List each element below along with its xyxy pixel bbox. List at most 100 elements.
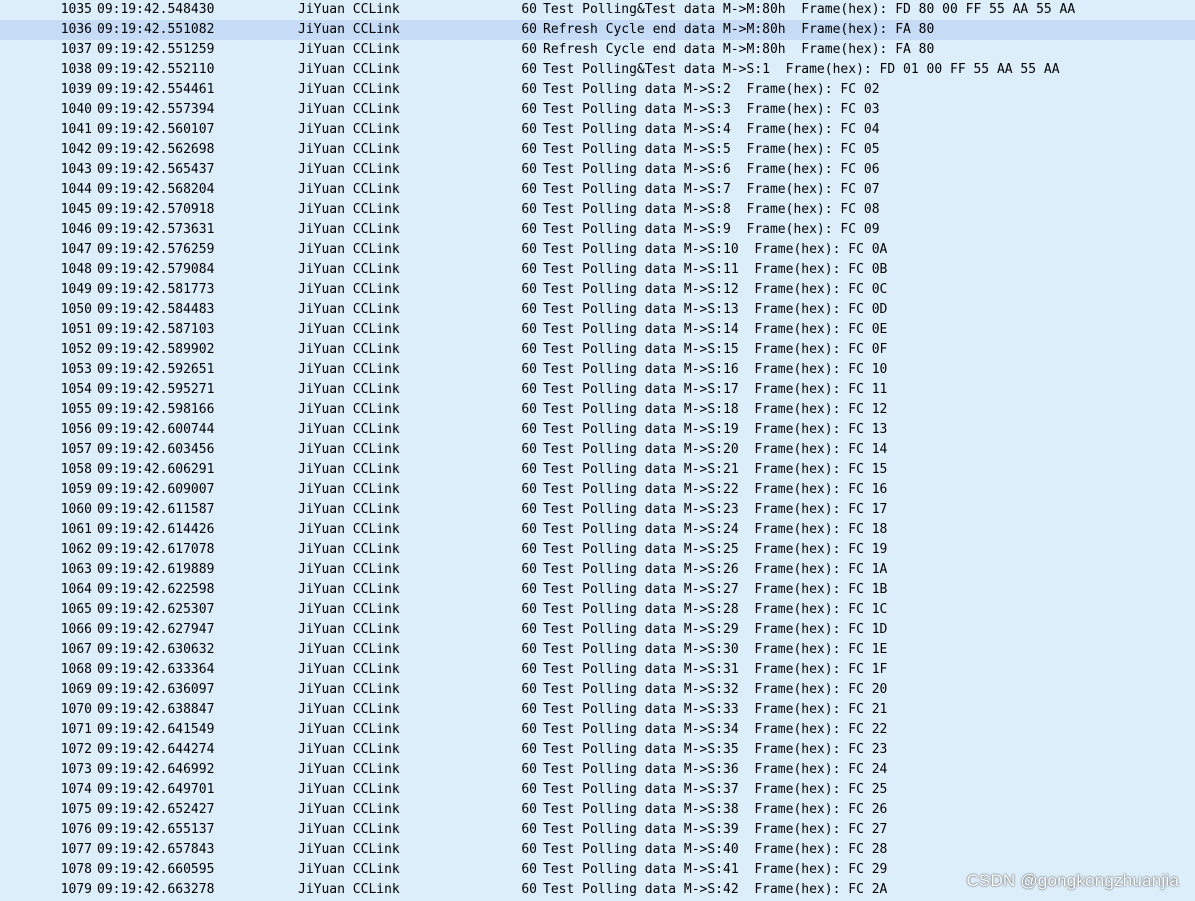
packet-row[interactable]: 1036 09:19:42.551082 JiYuan CCLink 60 Refres…: [0, 20, 1195, 40]
packet-row[interactable]: 1070 09:19:42.638847 JiYuan CCLink 60 Test P…: [0, 700, 1195, 720]
packet-time: 09:19:42.595271: [97, 382, 215, 397]
packet-number: 1065: [60, 602, 92, 617]
packet-number: 1054: [60, 382, 92, 397]
packet-info: Test Polling data M->S:29 Frame(hex): FC…: [543, 622, 888, 637]
packet-row[interactable]: 1048 09:19:42.579084 JiYuan CCLink 60 Test P…: [0, 260, 1195, 280]
packet-info: Test Polling&Test data M->S:1 Frame(hex)…: [543, 62, 1060, 77]
packet-time: 09:19:42.660595: [97, 862, 215, 877]
packet-time: 09:19:42.646992: [97, 762, 215, 777]
packet-row[interactable]: 1072 09:19:42.644274 JiYuan CCLink 60 Test P…: [0, 740, 1195, 760]
packet-row[interactable]: 1077 09:19:42.657843 JiYuan CCLink 60 Test P…: [0, 840, 1195, 860]
packet-info: Test Polling data M->S:16 Frame(hex): FC…: [543, 362, 888, 377]
packet-source: JiYuan CCLink: [298, 302, 400, 317]
packet-source: JiYuan CCLink: [298, 62, 400, 77]
packet-source: JiYuan CCLink: [298, 482, 400, 497]
packet-row[interactable]: 1050 09:19:42.584483 JiYuan CCLink 60 Test P…: [0, 300, 1195, 320]
packet-row[interactable]: 1059 09:19:42.609007 JiYuan CCLink 60 Test P…: [0, 480, 1195, 500]
packet-number: 1079: [60, 882, 92, 897]
packet-source: JiYuan CCLink: [298, 342, 400, 357]
packet-info: Test Polling data M->S:40 Frame(hex): FC…: [543, 842, 888, 857]
packet-time: 09:19:42.606291: [97, 462, 215, 477]
packet-time: 09:19:42.565437: [97, 162, 215, 177]
packet-time: 09:19:42.568204: [97, 182, 215, 197]
packet-time: 09:19:42.557394: [97, 102, 215, 117]
packet-length: 60: [521, 42, 537, 57]
packet-time: 09:19:42.627947: [97, 622, 215, 637]
packet-source: JiYuan CCLink: [298, 562, 400, 577]
packet-row[interactable]: 1067 09:19:42.630632 JiYuan CCLink 60 Test P…: [0, 640, 1195, 660]
packet-row[interactable]: 1042 09:19:42.562698 JiYuan CCLink 60 Test P…: [0, 140, 1195, 160]
packet-info: Test Polling data M->S:27 Frame(hex): FC…: [543, 582, 888, 597]
packet-length: 60: [521, 502, 537, 517]
packet-length: 60: [521, 462, 537, 477]
packet-row[interactable]: 1037 09:19:42.551259 JiYuan CCLink 60 Refres…: [0, 40, 1195, 60]
packet-row[interactable]: 1076 09:19:42.655137 JiYuan CCLink 60 Test P…: [0, 820, 1195, 840]
packet-source: JiYuan CCLink: [298, 142, 400, 157]
packet-row[interactable]: 1066 09:19:42.627947 JiYuan CCLink 60 Test P…: [0, 620, 1195, 640]
packet-length: 60: [521, 862, 537, 877]
packet-info: Test Polling data M->S:36 Frame(hex): FC…: [543, 762, 888, 777]
packet-row[interactable]: 1051 09:19:42.587103 JiYuan CCLink 60 Test P…: [0, 320, 1195, 340]
packet-row[interactable]: 1035 09:19:42.548430 JiYuan CCLink 60 Test P…: [0, 0, 1195, 20]
packet-info: Test Polling data M->S:8 Frame(hex): FC …: [543, 202, 880, 217]
packet-row[interactable]: 1069 09:19:42.636097 JiYuan CCLink 60 Test P…: [0, 680, 1195, 700]
packet-number: 1037: [60, 42, 92, 57]
packet-row[interactable]: 1056 09:19:42.600744 JiYuan CCLink 60 Test P…: [0, 420, 1195, 440]
packet-number: 1048: [60, 262, 92, 277]
packet-time: 09:19:42.573631: [97, 222, 215, 237]
packet-row[interactable]: 1043 09:19:42.565437 JiYuan CCLink 60 Test P…: [0, 160, 1195, 180]
packet-row[interactable]: 1057 09:19:42.603456 JiYuan CCLink 60 Test P…: [0, 440, 1195, 460]
packet-row[interactable]: 1074 09:19:42.649701 JiYuan CCLink 60 Test P…: [0, 780, 1195, 800]
packet-length: 60: [521, 722, 537, 737]
packet-row[interactable]: 1060 09:19:42.611587 JiYuan CCLink 60 Test P…: [0, 500, 1195, 520]
packet-info: Test Polling data M->S:42 Frame(hex): FC…: [543, 882, 888, 897]
packet-row[interactable]: 1045 09:19:42.570918 JiYuan CCLink 60 Test P…: [0, 200, 1195, 220]
packet-length: 60: [521, 422, 537, 437]
packet-row[interactable]: 1055 09:19:42.598166 JiYuan CCLink 60 Test P…: [0, 400, 1195, 420]
packet-time: 09:19:42.633364: [97, 662, 215, 677]
packet-source: JiYuan CCLink: [298, 82, 400, 97]
packet-row[interactable]: 1068 09:19:42.633364 JiYuan CCLink 60 Test P…: [0, 660, 1195, 680]
packet-number: 1046: [60, 222, 92, 237]
packet-row[interactable]: 1075 09:19:42.652427 JiYuan CCLink 60 Test P…: [0, 800, 1195, 820]
packet-row[interactable]: 1058 09:19:42.606291 JiYuan CCLink 60 Test P…: [0, 460, 1195, 480]
packet-length: 60: [521, 82, 537, 97]
packet-row[interactable]: 1052 09:19:42.589902 JiYuan CCLink 60 Test P…: [0, 340, 1195, 360]
packet-number: 1051: [60, 322, 92, 337]
packet-info: Test Polling data M->S:13 Frame(hex): FC…: [543, 302, 888, 317]
packet-info: Test Polling data M->S:14 Frame(hex): FC…: [543, 322, 888, 337]
packet-list[interactable]: 1035 09:19:42.548430 JiYuan CCLink 60 Test P…: [0, 0, 1195, 901]
packet-row[interactable]: 1071 09:19:42.641549 JiYuan CCLink 60 Test P…: [0, 720, 1195, 740]
packet-source: JiYuan CCLink: [298, 182, 400, 197]
packet-number: 1077: [60, 842, 92, 857]
packet-row[interactable]: 1040 09:19:42.557394 JiYuan CCLink 60 Test P…: [0, 100, 1195, 120]
packet-row[interactable]: 1038 09:19:42.552110 JiYuan CCLink 60 Test P…: [0, 60, 1195, 80]
packet-info: Test Polling data M->S:39 Frame(hex): FC…: [543, 822, 888, 837]
packet-row[interactable]: 1065 09:19:42.625307 JiYuan CCLink 60 Test P…: [0, 600, 1195, 620]
packet-length: 60: [521, 522, 537, 537]
packet-source: JiYuan CCLink: [298, 442, 400, 457]
packet-time: 09:19:42.589902: [97, 342, 215, 357]
packet-row[interactable]: 1053 09:19:42.592651 JiYuan CCLink 60 Test P…: [0, 360, 1195, 380]
packet-number: 1073: [60, 762, 92, 777]
packet-length: 60: [521, 62, 537, 77]
packet-info: Test Polling&Test data M->M:80h Frame(he…: [543, 2, 1076, 17]
packet-row[interactable]: 1064 09:19:42.622598 JiYuan CCLink 60 Test P…: [0, 580, 1195, 600]
packet-time: 09:19:42.598166: [97, 402, 215, 417]
packet-row[interactable]: 1044 09:19:42.568204 JiYuan CCLink 60 Test P…: [0, 180, 1195, 200]
packet-length: 60: [521, 402, 537, 417]
packet-row[interactable]: 1062 09:19:42.617078 JiYuan CCLink 60 Test P…: [0, 540, 1195, 560]
packet-row[interactable]: 1039 09:19:42.554461 JiYuan CCLink 60 Test P…: [0, 80, 1195, 100]
packet-time: 09:19:42.625307: [97, 602, 215, 617]
packet-row[interactable]: 1041 09:19:42.560107 JiYuan CCLink 60 Test P…: [0, 120, 1195, 140]
packet-row[interactable]: 1046 09:19:42.573631 JiYuan CCLink 60 Test P…: [0, 220, 1195, 240]
packet-source: JiYuan CCLink: [298, 722, 400, 737]
packet-row[interactable]: 1073 09:19:42.646992 JiYuan CCLink 60 Test P…: [0, 760, 1195, 780]
packet-row[interactable]: 1061 09:19:42.614426 JiYuan CCLink 60 Test P…: [0, 520, 1195, 540]
packet-row[interactable]: 1063 09:19:42.619889 JiYuan CCLink 60 Test P…: [0, 560, 1195, 580]
packet-time: 09:19:42.638847: [97, 702, 215, 717]
watermark-text: CSDN @gongkongzhuanjia: [966, 871, 1179, 890]
packet-row[interactable]: 1047 09:19:42.576259 JiYuan CCLink 60 Test P…: [0, 240, 1195, 260]
packet-row[interactable]: 1054 09:19:42.595271 JiYuan CCLink 60 Test P…: [0, 380, 1195, 400]
packet-row[interactable]: 1049 09:19:42.581773 JiYuan CCLink 60 Test P…: [0, 280, 1195, 300]
